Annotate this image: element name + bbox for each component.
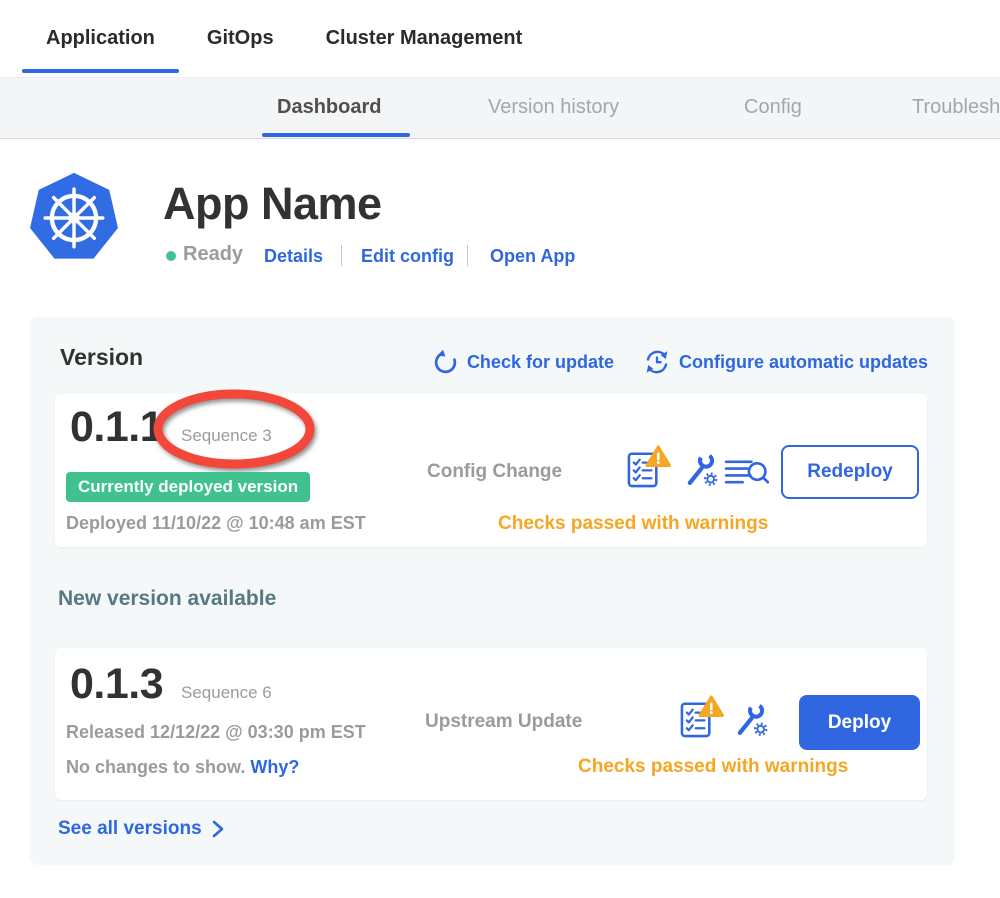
- current-version-number: 0.1.1: [70, 403, 163, 452]
- auto-update-clock-icon: [644, 349, 670, 375]
- tab-troubleshoot[interactable]: Troubleshoot: [912, 96, 1000, 119]
- chevron-right-icon: [212, 820, 224, 838]
- page-title: App Name: [163, 178, 382, 230]
- new-version-heading: New version available: [58, 587, 276, 611]
- see-all-versions-label: See all versions: [58, 818, 202, 840]
- no-changes-text: No changes to show. Why?: [66, 757, 299, 778]
- details-link[interactable]: Details: [264, 246, 323, 267]
- status-dot: [166, 251, 176, 261]
- tab-cluster-management[interactable]: Cluster Management: [302, 0, 547, 77]
- current-version-type: Config Change: [427, 461, 562, 483]
- why-link[interactable]: Why?: [250, 757, 299, 777]
- configure-automatic-updates-label: Configure automatic updates: [679, 352, 928, 373]
- deployed-timestamp: Deployed 11/10/22 @ 10:48 am EST: [66, 513, 366, 534]
- tab-application[interactable]: Application: [22, 0, 179, 77]
- no-changes-label: No changes to show.: [66, 757, 245, 777]
- check-for-update-link[interactable]: Check for update: [433, 350, 614, 375]
- deploy-button[interactable]: Deploy: [799, 695, 920, 750]
- edit-config-wrench-icon[interactable]: [732, 699, 769, 739]
- released-timestamp: Released 12/12/22 @ 03:30 pm EST: [66, 722, 366, 743]
- edit-config-wrench-icon[interactable]: [682, 449, 719, 489]
- currently-deployed-badge: Currently deployed version: [66, 472, 310, 502]
- check-for-update-label: Check for update: [467, 352, 614, 373]
- current-checks-warning: Checks passed with warnings: [498, 513, 768, 535]
- link-divider: [341, 245, 342, 266]
- tab-version-history[interactable]: Version history: [488, 96, 619, 119]
- open-app-link[interactable]: Open App: [490, 246, 575, 267]
- version-panel-actions: Check for update Configure automatic upd…: [433, 349, 928, 375]
- available-version-sequence: Sequence 6: [181, 683, 272, 703]
- refresh-icon: [433, 350, 458, 375]
- edit-config-link[interactable]: Edit config: [361, 246, 454, 267]
- status-label: Ready: [183, 243, 243, 266]
- preflight-checks-icon[interactable]: [625, 444, 672, 489]
- available-checks-warning: Checks passed with warnings: [578, 756, 848, 778]
- version-heading: Version: [60, 344, 143, 371]
- app-dashboard-screen: Application GitOps Cluster Management Da…: [0, 0, 1000, 898]
- available-version-number: 0.1.3: [70, 660, 163, 709]
- active-tab-underline: [262, 133, 410, 137]
- redeploy-button[interactable]: Redeploy: [781, 445, 919, 499]
- available-version-type: Upstream Update: [425, 711, 582, 733]
- kubernetes-logo-icon: [26, 169, 122, 265]
- configure-automatic-updates-link[interactable]: Configure automatic updates: [644, 349, 928, 375]
- tab-dashboard[interactable]: Dashboard: [277, 96, 381, 119]
- view-diff-icon[interactable]: [724, 456, 769, 489]
- link-divider: [467, 245, 468, 266]
- tab-gitops[interactable]: GitOps: [183, 0, 298, 77]
- tab-config[interactable]: Config: [744, 96, 802, 119]
- see-all-versions-link[interactable]: See all versions: [58, 818, 224, 840]
- preflight-checks-icon[interactable]: [678, 694, 725, 739]
- top-navigation: Application GitOps Cluster Management: [22, 0, 546, 77]
- current-version-sequence: Sequence 3: [181, 426, 272, 446]
